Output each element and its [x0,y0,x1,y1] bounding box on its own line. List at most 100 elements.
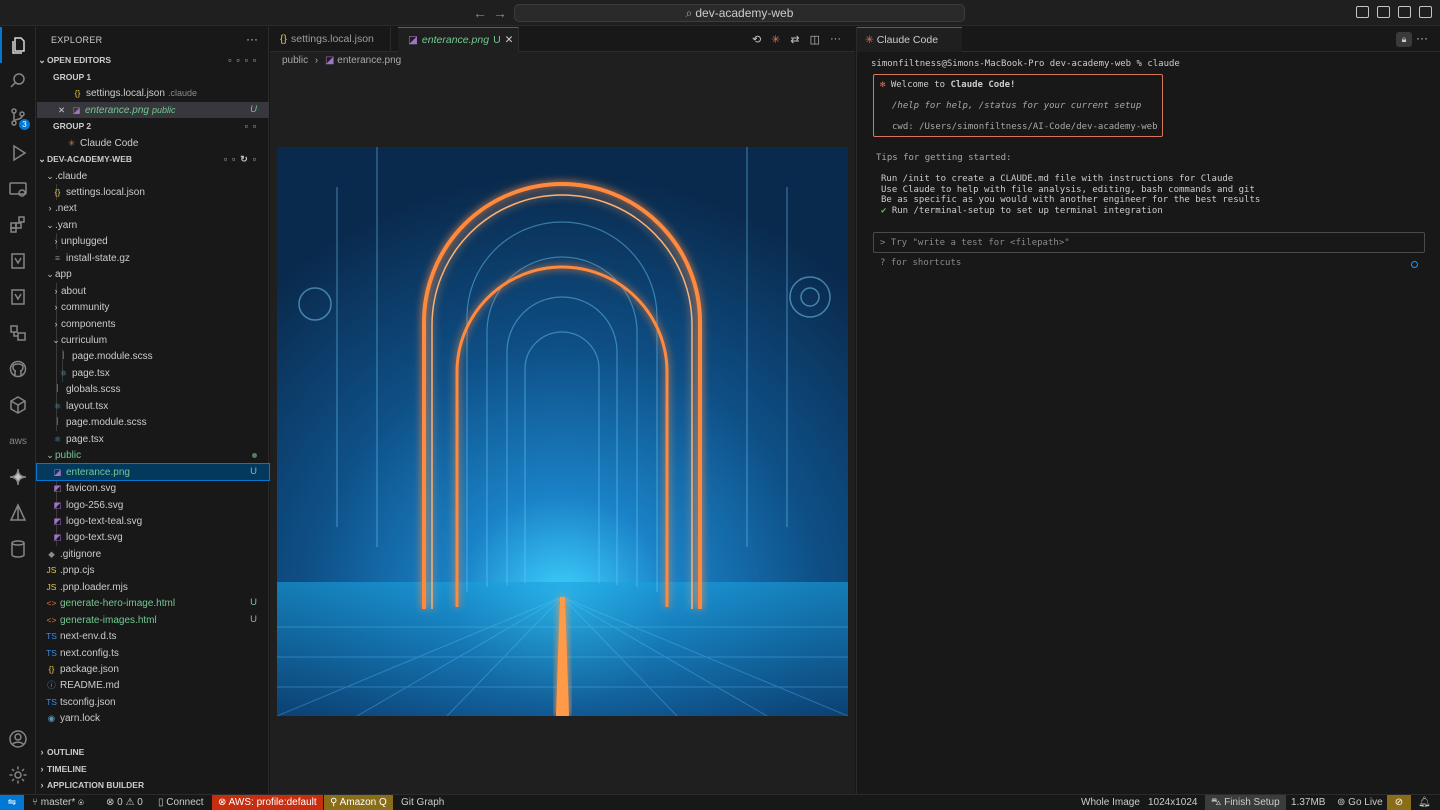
tree-file[interactable]: ◆ .gitignore [37,546,269,563]
tree-file[interactable]: JS .pnp.loader.mjs [37,579,269,596]
search-icon[interactable] [0,63,36,99]
group-1-header[interactable]: GROUP 1 [37,69,269,86]
tree-folder[interactable]: ⌄app [37,266,269,283]
tree-file[interactable]: ⚛ layout.tsx [37,398,269,415]
tree-file[interactable]: <> generate-hero-image.html U [37,595,269,612]
tree-file[interactable]: ◪ enterance.png U [36,462,270,482]
testing-icon[interactable] [0,243,36,279]
tree-folder[interactable]: ⌄public [37,447,269,464]
open-editors-tools[interactable]: ▫▫▫▫ [228,52,261,69]
close-icon[interactable]: ✕ [505,34,514,46]
toggle-primary-sidebar-icon[interactable] [1377,6,1390,18]
branch-indicator[interactable]: ⑂ master* ◉ [32,795,84,810]
customize-layout-icon[interactable] [1356,6,1369,18]
tree-file[interactable]: ꟾ page.module.scss [37,414,269,431]
settings-gear-icon[interactable] [0,757,36,793]
run-debug-icon[interactable] [0,135,36,171]
tab-enterance-png[interactable]: ◪ enterance.png U ✕ [398,27,519,52]
tree-item-label: generate-hero-image.html [60,598,176,610]
tree-file[interactable]: ◩ logo-text-teal.svg [37,513,269,530]
drift-icon[interactable] [0,495,36,531]
explorer-icon[interactable] [0,27,36,63]
tree-file[interactable]: {} settings.local.json [37,184,269,201]
go-live-button[interactable]: ⊚ Go Live [1337,795,1383,810]
claude-icon[interactable]: ✳ [771,33,780,46]
tree-file[interactable]: ⚛ page.tsx [37,431,269,448]
tree-file[interactable]: ⓘ README.md [37,677,269,694]
back-arrow-icon[interactable]: ← [473,5,487,21]
breadcrumb-folder[interactable]: public [282,55,308,66]
notifications-bell-icon[interactable]: 🔔︎ [1418,795,1431,810]
tree-folder[interactable]: › community [37,299,269,316]
open-editors-section[interactable]: ⌄OPEN EDITORS ▫▫▫▫ [37,52,269,69]
tree-file[interactable]: TS next.config.ts [37,645,269,662]
more-actions-icon[interactable]: ··· [246,32,258,46]
application-builder-section[interactable]: › APPLICATION BUILDER [37,777,269,794]
lock-icon[interactable]: 🔒︎ [1396,32,1412,47]
tree-folder[interactable]: ⌄.yarn [37,217,269,234]
command-center-search[interactable]: ⌕ dev-academy-web [514,4,965,22]
tree-file[interactable]: {} package.json [37,661,269,678]
open-editor-claude-code[interactable]: ✳ Claude Code [37,135,269,152]
tree-folder[interactable]: › about [37,283,269,300]
extensions-icon[interactable] [0,207,36,243]
problems-indicator[interactable]: ⊗ 0 ⚠ 0 [106,795,143,810]
tree-folder[interactable]: › .next [37,200,269,217]
close-icon[interactable]: ✕ [55,102,68,119]
group-2-tools[interactable]: ▫▫ [245,118,261,135]
database-icon[interactable] [0,531,36,567]
more-actions-icon[interactable]: ··· [830,33,841,46]
breadcrumb-file[interactable]: enterance.png [337,55,401,66]
remote-indicator-icon[interactable]: ⇋ [0,795,24,810]
outline-section[interactable]: › OUTLINE [37,744,269,761]
tab-claude-code[interactable]: ✳ Claude Code [857,27,962,52]
tree-file[interactable]: ◩ logo-256.svg [37,497,269,514]
project-tools[interactable]: ▫▫↻▫ [224,151,261,168]
git-graph-icon[interactable] [0,279,36,315]
tree-file[interactable]: JS .pnp.cjs [37,562,269,579]
copilot-disabled-icon[interactable]: ⊘ [1387,795,1411,810]
tree-folder[interactable]: ⌄curriculum [37,332,269,349]
tree-folder[interactable]: › unplugged [37,233,269,250]
tree-file[interactable]: <> generate-images.html U [37,612,269,629]
toggle-secondary-sidebar-icon[interactable] [1419,6,1432,18]
account-icon[interactable] [0,721,36,757]
tab-settings-local-json[interactable]: {} settings.local.json [270,27,391,52]
forward-arrow-icon[interactable]: → [493,5,507,21]
zoom-whole-image[interactable]: Whole Image [1081,795,1140,810]
connect-button[interactable]: ▯ Connect [158,795,204,810]
open-editor-enterance-png[interactable]: ✕ ◪ enterance.png public U [37,101,269,119]
more-actions-icon[interactable]: ··· [1416,31,1428,45]
tree-file[interactable]: TS tsconfig.json [37,694,269,711]
timeline-history-icon[interactable]: ⟲ [752,33,761,46]
group-2-header[interactable]: GROUP 2 ▫▫ [37,118,269,135]
timeline-section[interactable]: › TIMELINE [37,761,269,778]
package-icon[interactable] [0,387,36,423]
open-editor-settings-json[interactable]: {} settings.local.json .claude [37,85,269,102]
amazon-q-button[interactable]: ⚲ Amazon Q [324,795,393,810]
aws-profile-button[interactable]: ⊗ AWS: profile:default [212,795,323,810]
compare-icon[interactable]: ⇄ [790,33,799,46]
git-graph-button[interactable]: Git Graph [401,795,444,810]
tree-file[interactable]: ≡ install-state.gz [37,250,269,267]
project-section[interactable]: ⌄DEV-ACADEMY-WEB ▫▫↻▫ [37,151,269,168]
tree-file[interactable]: ◉ yarn.lock [37,710,269,727]
finish-setup-button[interactable]: ⛍ Finish Setup [1205,795,1286,810]
claude-input-box[interactable]: > Try "write a test for <filepath>" [873,232,1425,253]
toggle-panel-icon[interactable] [1398,6,1411,18]
tree-file[interactable]: ꟾ page.module.scss [37,348,269,365]
tree-file[interactable]: ⚛ page.tsx [37,365,269,382]
github-icon[interactable] [0,351,36,387]
tree-file[interactable]: ꟾ globals.scss [37,381,269,398]
tree-file[interactable]: ◩ favicon.svg [37,480,269,497]
tree-folder[interactable]: ⌄.claude [37,168,269,185]
remote-explorer-icon[interactable] [0,171,36,207]
tree-file[interactable]: ◩ logo-text.svg [37,529,269,546]
containers-icon[interactable] [0,315,36,351]
tree-folder[interactable]: › components [37,316,269,333]
tree-file[interactable]: TS next-env.d.ts [37,628,269,645]
aws-icon[interactable]: aws [0,423,36,459]
source-control-icon[interactable]: 3 [0,99,36,135]
split-editor-icon[interactable]: ◫ [810,33,820,46]
gemini-icon[interactable] [0,459,36,495]
